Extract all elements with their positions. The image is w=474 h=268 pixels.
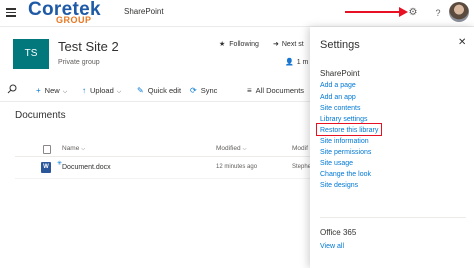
column-header-modified[interactable]: Modified ⌵ [216,145,246,152]
next-steps-button[interactable]: ➜ Next st [273,40,304,48]
upload-button[interactable]: ↑ Upload ⌵ [82,86,121,96]
sync-icon: ⟳ [190,86,197,95]
file-type-icon[interactable] [43,145,51,154]
plus-icon: + [36,86,41,95]
column-modified-label: Modified [216,145,241,152]
settings-panel: Settings ✕ SharePoint Add a page Add an … [310,27,474,268]
arrow-right-icon: ➜ [273,41,279,48]
sync-label: Sync [200,86,218,95]
column-name-label: Name [62,145,80,152]
row-divider [15,178,310,179]
library-settings-link[interactable]: Library settings [320,116,367,123]
change-the-look-link[interactable]: Change the look [320,171,371,178]
quick-edit-button[interactable]: ✎ Quick edit [137,86,181,95]
next-steps-label: Next st [281,41,304,48]
chevron-down-icon: ⌵ [242,146,247,152]
site-permissions-link[interactable]: Site permissions [320,149,371,156]
close-icon[interactable]: ✕ [458,37,466,48]
command-bar: + New ⌵ ↑ Upload ⌵ ✎ Quick edit ⟳ Sync ≡ All Do… [0,80,310,102]
following-button[interactable]: ★ Following [219,40,259,48]
add-a-page-link[interactable]: Add a page [320,82,356,89]
upload-icon: ↑ [82,86,86,95]
members-button[interactable]: 👤 1 m [285,58,308,66]
person-icon: 👤 [285,59,294,66]
column-modified-by-label: Modif [292,145,308,152]
annotation-arrow [345,7,408,17]
site-information-link[interactable]: Site information [320,138,369,145]
site-usage-link[interactable]: Site usage [320,160,353,167]
new-button[interactable]: + New ⌵ [36,86,67,96]
app-launcher-icon[interactable] [6,8,16,17]
column-header-name[interactable]: Name ⌵ [62,145,85,152]
file-modified-by: Stephe [292,164,312,170]
header-divider [15,156,310,157]
site-designs-link[interactable]: Site designs [320,182,358,189]
chevron-down-icon: ⌵ [81,146,86,152]
view-switcher[interactable]: ≡ All Documents [247,86,304,95]
view-label: All Documents [255,86,305,95]
upload-label: Upload [90,86,114,95]
site-title[interactable]: Test Site 2 [58,39,119,54]
members-label: 1 m [296,59,309,66]
settings-panel-title: Settings [320,39,360,51]
site-contents-link[interactable]: Site contents [320,105,360,112]
panel-divider [320,217,466,218]
new-label: New [44,86,60,95]
sharepoint-section-title: SharePoint [320,69,360,78]
site-privacy-label: Private group [58,59,100,66]
app-name-link[interactable]: SharePoint [124,7,164,16]
logo-sub-text: GROUP [56,15,92,25]
office-section-title: Office 365 [320,228,357,237]
quick-edit-label: Quick edit [147,86,182,95]
help-icon[interactable]: ? [430,5,446,21]
sync-button[interactable]: ⟳ Sync [190,86,217,95]
company-logo[interactable]: Coretek GROUP [28,0,110,25]
avatar[interactable] [449,2,469,22]
view-all-link[interactable]: View all [320,243,344,250]
pencil-icon: ✎ [137,86,144,95]
site-header: TS Test Site 2 Private group ★ Following … [0,27,310,82]
word-document-icon: W [41,162,51,173]
add-an-app-link[interactable]: Add an app [320,94,356,101]
list-view-icon: ≡ [247,86,252,95]
column-header-modified-by[interactable]: Modif [292,145,308,152]
file-modified-date: 12 minutes ago [216,164,258,170]
library-title: Documents [15,110,66,121]
annotation-highlight-box [316,123,382,136]
file-name-link[interactable]: Document.docx [62,164,111,171]
chevron-down-icon: ⌵ [62,89,68,95]
chevron-down-icon: ⌵ [116,89,122,95]
star-icon: ★ [219,41,226,48]
site-logo[interactable]: TS [13,39,49,69]
following-label: Following [229,41,259,48]
